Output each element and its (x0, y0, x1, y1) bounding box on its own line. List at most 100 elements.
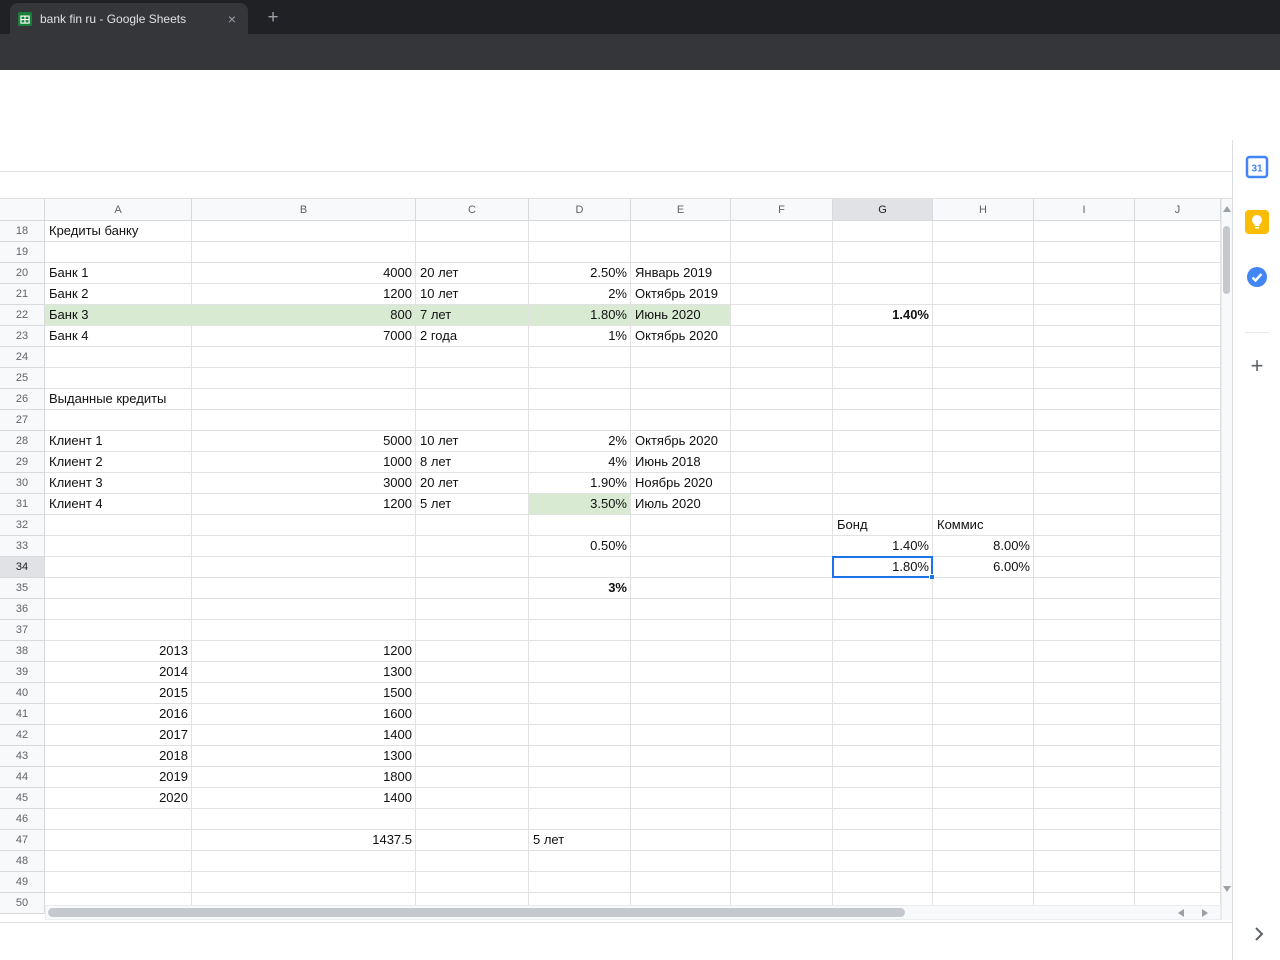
column-header-F[interactable]: F (731, 199, 833, 221)
row-header-20[interactable]: 20 (0, 263, 45, 284)
horizontal-scrollbar-thumb[interactable] (48, 908, 905, 917)
row-header-32[interactable]: 32 (0, 515, 45, 536)
cell-A40[interactable]: 2015 (45, 683, 192, 704)
cell-H34[interactable]: 6.00% (933, 557, 1034, 578)
cell-D35[interactable]: 3% (529, 578, 631, 599)
column-header-B[interactable]: B (192, 199, 416, 221)
cell-A38[interactable]: 2013 (45, 641, 192, 662)
cell-D20[interactable]: 2.50% (529, 263, 631, 284)
column-header-E[interactable]: E (631, 199, 731, 221)
cell-A44[interactable]: 2019 (45, 767, 192, 788)
cell-D22[interactable]: 1.80% (529, 305, 631, 326)
browser-tab[interactable]: bank fin ru - Google Sheets × (10, 3, 248, 34)
cell-B29[interactable]: 1000 (192, 452, 416, 473)
cell-E22[interactable]: Июнь 2020 (631, 305, 731, 326)
calendar-icon[interactable]: 31 (1245, 155, 1269, 179)
cell-B23[interactable]: 7000 (192, 326, 416, 347)
cell-E30[interactable]: Ноябрь 2020 (631, 473, 731, 494)
column-header-G[interactable]: G (833, 199, 933, 221)
cell-A26[interactable]: Выданные кредиты (45, 389, 192, 410)
cell-A18[interactable]: Кредиты банку (45, 221, 192, 242)
cell-A20[interactable]: Банк 1 (45, 263, 192, 284)
cell-B30[interactable]: 3000 (192, 473, 416, 494)
scroll-right-icon[interactable] (1202, 909, 1208, 917)
row-header-50[interactable]: 50 (0, 893, 45, 914)
cell-D30[interactable]: 1.90% (529, 473, 631, 494)
cell-D33[interactable]: 0.50% (529, 536, 631, 557)
row-header-24[interactable]: 24 (0, 347, 45, 368)
row-header-37[interactable]: 37 (0, 620, 45, 641)
cell-C22[interactable]: 7 лет (416, 305, 529, 326)
row-header-19[interactable]: 19 (0, 242, 45, 263)
new-tab-button[interactable]: + (262, 7, 284, 29)
tab-close-icon[interactable]: × (224, 11, 240, 27)
cell-H33[interactable]: 8.00% (933, 536, 1034, 557)
row-header-42[interactable]: 42 (0, 725, 45, 746)
column-header-A[interactable]: A (45, 199, 192, 221)
row-header-39[interactable]: 39 (0, 662, 45, 683)
vertical-scrollbar[interactable] (1221, 199, 1232, 920)
cell-D29[interactable]: 4% (529, 452, 631, 473)
cell-B21[interactable]: 1200 (192, 284, 416, 305)
cell-A43[interactable]: 2018 (45, 746, 192, 767)
row-header-35[interactable]: 35 (0, 578, 45, 599)
cell-D31[interactable]: 3.50% (529, 494, 631, 515)
vertical-scrollbar-thumb[interactable] (1223, 226, 1230, 294)
cell-E29[interactable]: Июнь 2018 (631, 452, 731, 473)
row-header-33[interactable]: 33 (0, 536, 45, 557)
cell-B42[interactable]: 1400 (192, 725, 416, 746)
keep-icon[interactable] (1245, 210, 1269, 234)
scroll-down-icon[interactable] (1223, 886, 1231, 892)
row-header-27[interactable]: 27 (0, 410, 45, 431)
row-header-21[interactable]: 21 (0, 284, 45, 305)
column-header-C[interactable]: C (416, 199, 529, 221)
row-header-31[interactable]: 31 (0, 494, 45, 515)
row-header-44[interactable]: 44 (0, 767, 45, 788)
row-header-45[interactable]: 45 (0, 788, 45, 809)
tasks-icon[interactable] (1245, 265, 1269, 289)
cell-A21[interactable]: Банк 2 (45, 284, 192, 305)
row-header-28[interactable]: 28 (0, 431, 45, 452)
row-header-25[interactable]: 25 (0, 368, 45, 389)
cell-H32[interactable]: Коммис (933, 515, 1034, 536)
scroll-left-icon[interactable] (1178, 909, 1184, 917)
cell-C28[interactable]: 10 лет (416, 431, 529, 452)
row-header-36[interactable]: 36 (0, 599, 45, 620)
cell-E31[interactable]: Июль 2020 (631, 494, 731, 515)
cell-B40[interactable]: 1500 (192, 683, 416, 704)
get-add-ons-button[interactable]: + (1245, 352, 1269, 380)
row-header-49[interactable]: 49 (0, 872, 45, 893)
fill-handle[interactable] (929, 574, 935, 580)
cell-B28[interactable]: 5000 (192, 431, 416, 452)
row-header-48[interactable]: 48 (0, 851, 45, 872)
cell-C21[interactable]: 10 лет (416, 284, 529, 305)
cell-C29[interactable]: 8 лет (416, 452, 529, 473)
cell-E21[interactable]: Октябрь 2019 (631, 284, 731, 305)
cell-G32[interactable]: Бонд (833, 515, 933, 536)
cell-D28[interactable]: 2% (529, 431, 631, 452)
cell-B39[interactable]: 1300 (192, 662, 416, 683)
cell-D23[interactable]: 1% (529, 326, 631, 347)
cell-D47[interactable]: 5 лет (529, 830, 631, 851)
column-header-D[interactable]: D (529, 199, 631, 221)
cell-B20[interactable]: 4000 (192, 263, 416, 284)
cell-C23[interactable]: 2 года (416, 326, 529, 347)
column-header-H[interactable]: H (933, 199, 1034, 221)
cell-G33[interactable]: 1.40% (833, 536, 933, 557)
cell-G22[interactable]: 1.40% (833, 305, 933, 326)
cell-B31[interactable]: 1200 (192, 494, 416, 515)
cell-A22[interactable]: Банк 3 (45, 305, 192, 326)
column-header-I[interactable]: I (1034, 199, 1135, 221)
row-header-23[interactable]: 23 (0, 326, 45, 347)
row-header-30[interactable]: 30 (0, 473, 45, 494)
cell-B41[interactable]: 1600 (192, 704, 416, 725)
cell-A28[interactable]: Клиент 1 (45, 431, 192, 452)
cell-A42[interactable]: 2017 (45, 725, 192, 746)
scroll-up-icon[interactable] (1223, 206, 1231, 212)
cell-C31[interactable]: 5 лет (416, 494, 529, 515)
cell-C30[interactable]: 20 лет (416, 473, 529, 494)
row-header-34[interactable]: 34 (0, 557, 45, 578)
cell-B44[interactable]: 1800 (192, 767, 416, 788)
cell-B47[interactable]: 1437.5 (192, 830, 416, 851)
cell-A30[interactable]: Клиент 3 (45, 473, 192, 494)
